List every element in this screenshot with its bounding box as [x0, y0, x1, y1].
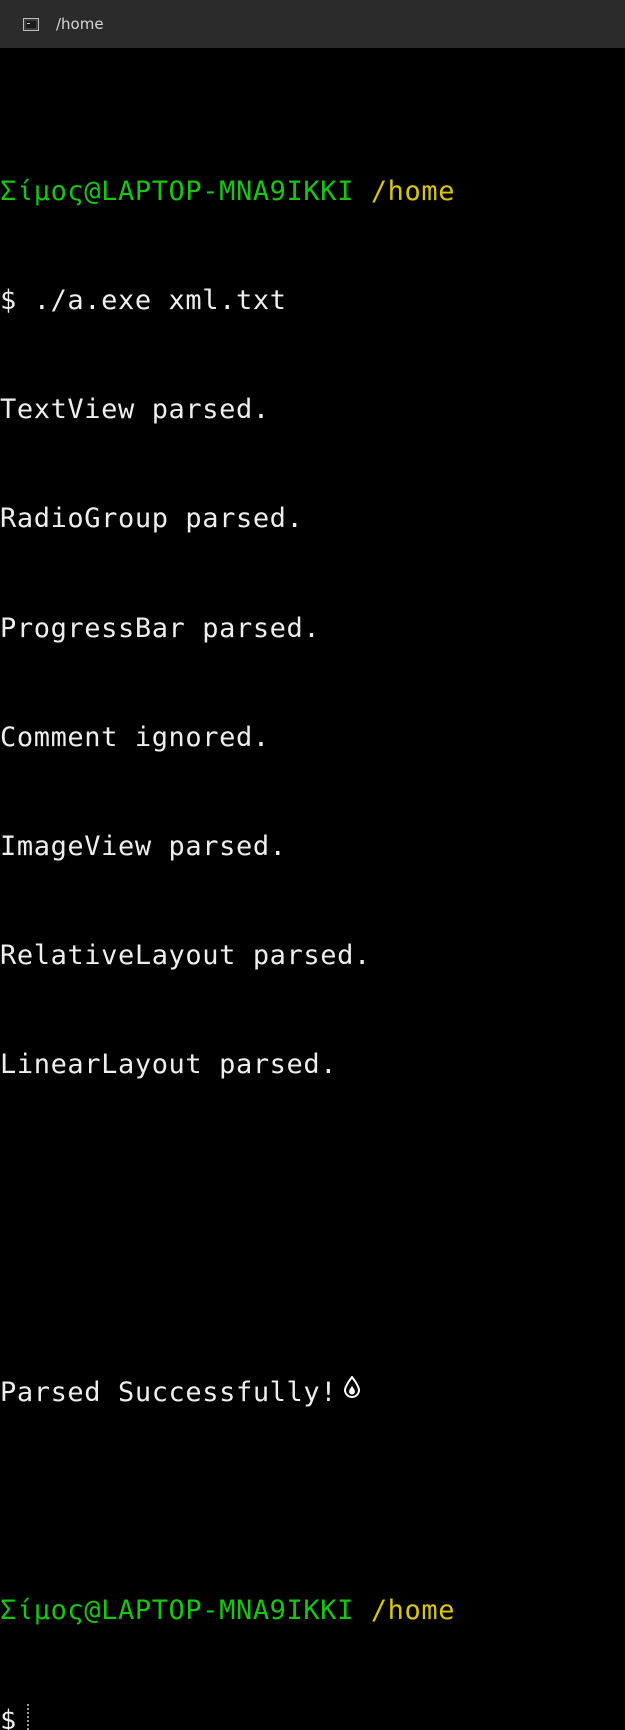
- drop-icon: [343, 1372, 361, 1408]
- terminal-output-area[interactable]: Σίμος@LAPTOP-MNA9IKKI /home $ ./a.exe xm…: [0, 101, 625, 1730]
- prompt-path: /home: [370, 1595, 456, 1627]
- command-text: ./a.exe xml.txt: [33, 285, 287, 317]
- prompt-user-host: Σίμος@LAPTOP-MNA9IKKI: [0, 1595, 354, 1627]
- prompt-path: /home: [370, 175, 456, 207]
- command-line: $ ./a.exe xml.txt: [0, 283, 625, 319]
- prompt-user-host: Σίμος@LAPTOP-MNA9IKKI: [0, 175, 354, 207]
- output-line: LinearLayout parsed.: [0, 1049, 338, 1081]
- output-line: ProgressBar parsed.: [0, 612, 321, 644]
- input-line[interactable]: $: [0, 1703, 625, 1730]
- text-cursor[interactable]: [26, 1704, 29, 1730]
- prompt-symbol: $: [0, 1704, 17, 1730]
- output-line: RelativeLayout parsed.: [0, 940, 371, 972]
- window-title: /home: [56, 15, 104, 33]
- success-line: Parsed Successfully!: [0, 1375, 625, 1411]
- output-line: RadioGroup parsed.: [0, 503, 304, 535]
- prompt-line: Σίμος@LAPTOP-MNA9IKKI /home: [0, 1593, 625, 1629]
- output-line: Comment ignored.: [0, 721, 270, 753]
- output-line: ImageView parsed.: [0, 831, 287, 863]
- success-message: Parsed Successfully!: [0, 1377, 338, 1409]
- terminal-app-icon[interactable]: [23, 17, 39, 31]
- prompt-symbol: $: [0, 285, 17, 317]
- output-line: TextView parsed.: [0, 394, 270, 426]
- window-titlebar[interactable]: /home: [0, 0, 625, 48]
- prompt-line: Σίμος@LAPTOP-MNA9IKKI /home: [0, 174, 625, 210]
